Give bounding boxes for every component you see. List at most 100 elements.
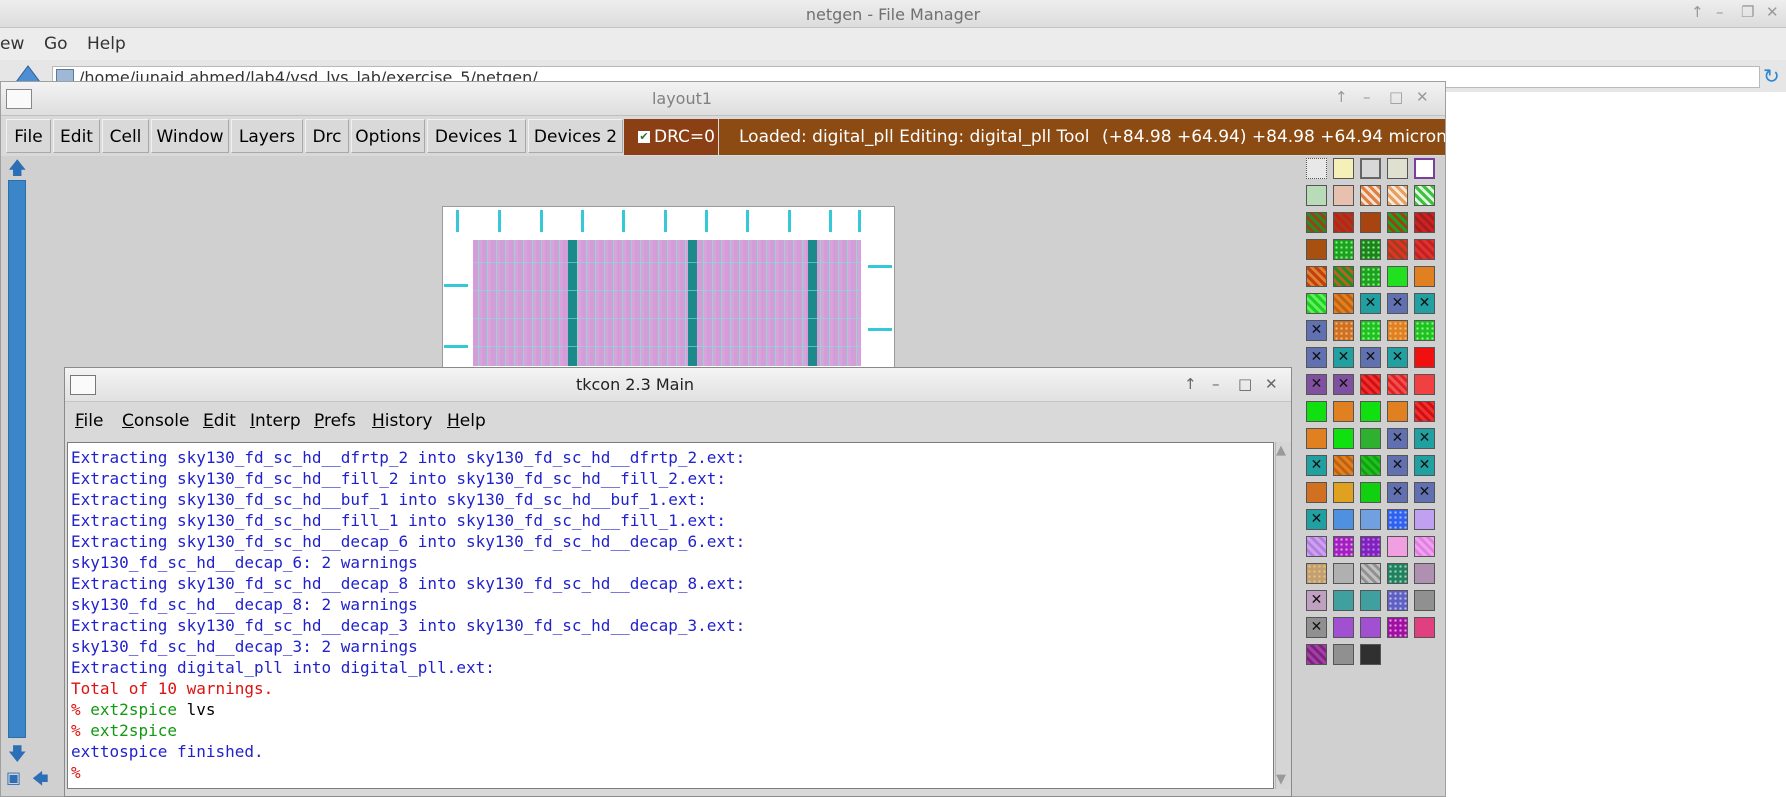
layer-swatch[interactable] bbox=[1333, 428, 1354, 449]
layer-swatch[interactable] bbox=[1333, 482, 1354, 503]
layer-swatch[interactable] bbox=[1333, 158, 1354, 179]
scroll-up-icon[interactable]: ▲ bbox=[1276, 443, 1286, 458]
layer-swatch[interactable] bbox=[1360, 266, 1381, 287]
layer-swatch[interactable] bbox=[1414, 239, 1435, 260]
layer-swatch[interactable] bbox=[1360, 212, 1381, 233]
layout-close-button[interactable]: ✕ bbox=[1416, 88, 1429, 106]
tkcon-menu-console[interactable]: Console bbox=[122, 411, 190, 431]
layer-swatch[interactable] bbox=[1306, 158, 1327, 179]
layer-swatch[interactable] bbox=[1306, 563, 1327, 584]
layer-swatch[interactable]: ✕ bbox=[1306, 509, 1327, 530]
layer-swatch[interactable] bbox=[1387, 158, 1408, 179]
layer-swatch[interactable] bbox=[1360, 563, 1381, 584]
layer-swatch[interactable] bbox=[1360, 644, 1381, 665]
tkcon-menu-prefs[interactable]: Prefs bbox=[314, 411, 356, 431]
fm-menu-view[interactable]: ew bbox=[0, 34, 24, 54]
scrollbar-thumb[interactable] bbox=[8, 180, 26, 738]
console-scrollbar[interactable] bbox=[1275, 442, 1291, 789]
layer-swatch[interactable]: ✕ bbox=[1360, 293, 1381, 314]
zoom-box-icon[interactable]: ▣ bbox=[6, 768, 21, 787]
layer-swatch[interactable]: ✕ bbox=[1414, 293, 1435, 314]
layer-swatch[interactable]: ✕ bbox=[1387, 428, 1408, 449]
layer-swatch[interactable] bbox=[1414, 185, 1435, 206]
layer-swatch[interactable] bbox=[1360, 158, 1381, 179]
layer-swatch[interactable] bbox=[1387, 617, 1408, 638]
layer-swatch[interactable] bbox=[1360, 239, 1381, 260]
layer-swatch[interactable] bbox=[1360, 185, 1381, 206]
layout-menu-options[interactable]: Options bbox=[351, 119, 425, 153]
scroll-left-icon[interactable]: 🡄 bbox=[32, 768, 49, 795]
layer-swatch[interactable] bbox=[1387, 536, 1408, 557]
layout-menu-cell[interactable]: Cell bbox=[102, 119, 149, 153]
layer-swatch[interactable] bbox=[1306, 293, 1327, 314]
layer-swatch[interactable] bbox=[1306, 212, 1327, 233]
layer-swatch[interactable] bbox=[1387, 401, 1408, 422]
layer-swatch[interactable] bbox=[1360, 509, 1381, 530]
layer-swatch[interactable] bbox=[1333, 563, 1354, 584]
layer-swatch[interactable]: ✕ bbox=[1414, 455, 1435, 476]
layer-swatch[interactable] bbox=[1387, 320, 1408, 341]
layer-swatch[interactable] bbox=[1387, 590, 1408, 611]
layer-swatch[interactable] bbox=[1387, 185, 1408, 206]
tkcon-close-button[interactable]: ✕ bbox=[1265, 375, 1278, 393]
layer-swatch[interactable]: ✕ bbox=[1306, 374, 1327, 395]
layer-swatch[interactable] bbox=[1387, 563, 1408, 584]
console-output[interactable]: Extracting sky130_fd_sc_hd__dfrtp_2 into… bbox=[67, 442, 1274, 789]
layout-menu-devices2[interactable]: Devices 2 bbox=[528, 119, 623, 153]
layer-swatch[interactable]: ✕ bbox=[1387, 293, 1408, 314]
layer-swatch[interactable] bbox=[1333, 509, 1354, 530]
layer-swatch[interactable] bbox=[1360, 401, 1381, 422]
refresh-icon[interactable]: ↻ bbox=[1763, 64, 1780, 88]
layer-swatch[interactable] bbox=[1333, 293, 1354, 314]
layer-swatch[interactable] bbox=[1414, 509, 1435, 530]
layer-swatch[interactable] bbox=[1360, 617, 1381, 638]
fm-minimize-button[interactable]: – bbox=[1716, 3, 1724, 21]
layer-swatch[interactable]: ✕ bbox=[1306, 617, 1327, 638]
layer-swatch[interactable] bbox=[1333, 590, 1354, 611]
tkcon-menu-file[interactable]: File bbox=[75, 411, 103, 431]
layer-swatch[interactable]: ✕ bbox=[1414, 482, 1435, 503]
tkcon-raise-button[interactable]: ↑ bbox=[1184, 375, 1197, 393]
layout-menu-file[interactable]: File bbox=[6, 119, 51, 153]
layer-swatch[interactable]: ✕ bbox=[1306, 590, 1327, 611]
layer-swatch[interactable] bbox=[1306, 266, 1327, 287]
scroll-down-icon[interactable]: ▼ bbox=[1276, 772, 1286, 787]
layer-swatch[interactable] bbox=[1333, 185, 1354, 206]
layer-swatch[interactable] bbox=[1387, 266, 1408, 287]
window-menu-icon[interactable] bbox=[6, 89, 32, 109]
tkcon-menu-history[interactable]: History bbox=[372, 411, 433, 431]
layout-menu-window[interactable]: Window bbox=[151, 119, 229, 153]
layout-menu-layers[interactable]: Layers bbox=[231, 119, 303, 153]
console-prompt[interactable]: % bbox=[71, 762, 81, 783]
layer-swatch[interactable] bbox=[1387, 374, 1408, 395]
layer-swatch[interactable] bbox=[1387, 212, 1408, 233]
layer-swatch[interactable] bbox=[1414, 563, 1435, 584]
layer-swatch[interactable] bbox=[1414, 347, 1435, 368]
tkcon-maximize-button[interactable]: □ bbox=[1238, 375, 1252, 393]
tkcon-menu-interp[interactable]: Interp bbox=[250, 411, 301, 431]
fm-raise-button[interactable]: ↑ bbox=[1691, 3, 1704, 21]
layer-swatch[interactable]: ✕ bbox=[1387, 482, 1408, 503]
layout-menu-devices1[interactable]: Devices 1 bbox=[427, 119, 526, 153]
layer-swatch[interactable] bbox=[1414, 590, 1435, 611]
layout-raise-button[interactable]: ↑ bbox=[1335, 88, 1348, 106]
layer-swatch[interactable] bbox=[1414, 212, 1435, 233]
layer-swatch[interactable] bbox=[1360, 374, 1381, 395]
layout-menu-drc[interactable]: Drc bbox=[305, 119, 349, 153]
layer-swatch[interactable] bbox=[1387, 509, 1408, 530]
tkcon-minimize-button[interactable]: – bbox=[1212, 375, 1220, 393]
layer-swatch[interactable] bbox=[1387, 239, 1408, 260]
fm-menu-go[interactable]: Go bbox=[44, 34, 68, 54]
layer-swatch[interactable] bbox=[1306, 536, 1327, 557]
layer-swatch[interactable] bbox=[1414, 320, 1435, 341]
layer-swatch[interactable] bbox=[1360, 590, 1381, 611]
tkcon-menu-help[interactable]: Help bbox=[447, 411, 486, 431]
layer-swatch[interactable] bbox=[1306, 482, 1327, 503]
layer-swatch[interactable] bbox=[1333, 320, 1354, 341]
layer-swatch[interactable] bbox=[1414, 374, 1435, 395]
layer-swatch[interactable] bbox=[1306, 185, 1327, 206]
layer-swatch[interactable] bbox=[1333, 644, 1354, 665]
layer-swatch[interactable] bbox=[1414, 158, 1435, 179]
layer-swatch[interactable]: ✕ bbox=[1306, 455, 1327, 476]
drc-toggle[interactable]: ✔ DRC=0 bbox=[624, 119, 718, 155]
